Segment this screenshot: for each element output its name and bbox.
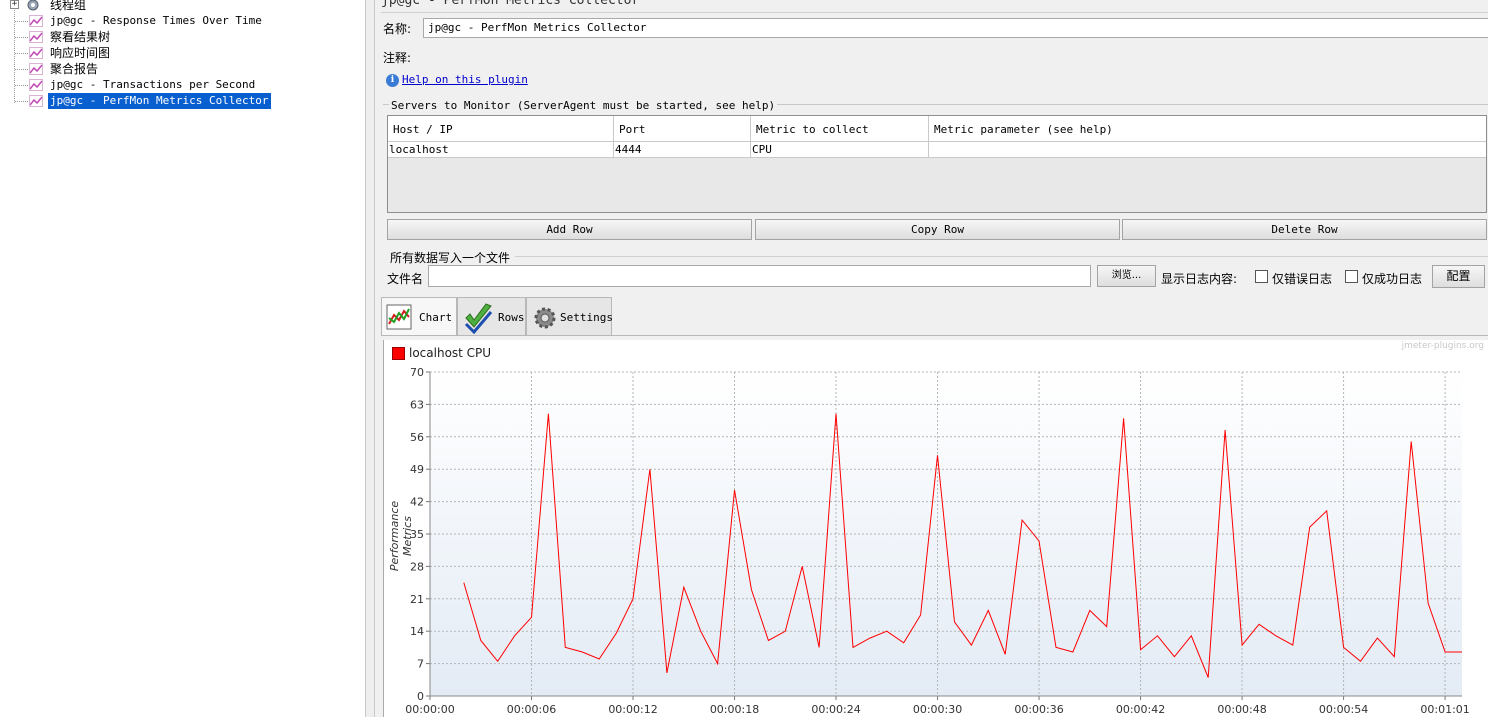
graph-listener-icon [29,63,43,75]
column-header-parameter[interactable]: Metric parameter (see help) [929,116,1486,142]
tree-connector [15,85,28,86]
thread-group-gear-icon [27,0,39,11]
expand-toggle-icon[interactable]: + [10,0,19,9]
test-plan-tree[interactable]: + 线程组 jp@gc - Response Times Over Time 察… [0,0,365,717]
x-tick-label: 00:00:42 [1116,703,1165,716]
x-tick-label: 00:00:12 [608,703,657,716]
watermark: jmeter-plugins.org [1401,341,1484,351]
legend-swatch [392,347,405,360]
errors-only-label[interactable]: 仅错误日志 [1272,270,1332,287]
tab-settings[interactable]: Settings [526,297,613,335]
tree-item-label: 察看结果树 [50,30,111,44]
y-tick-label: 49 [410,463,424,476]
filename-input[interactable] [428,265,1091,287]
tree-item-label: 聚合报告 [50,62,99,76]
y-tick-label: 14 [410,625,424,638]
gear-icon [534,307,556,329]
chart-icon [386,304,412,330]
tree-item-label: jp@gc - Response Times Over Time [50,14,262,27]
x-tick-label: 00:00:24 [811,703,860,716]
column-header-port[interactable]: Port [614,116,751,142]
panel-title: jp@gc - PerfMon Metrics Collector [381,0,640,8]
name-field[interactable]: jp@gc - PerfMon Metrics Collector [423,18,1488,38]
y-tick-label: 21 [410,593,424,606]
divider [381,335,1488,336]
errors-only-checkbox[interactable] [1255,270,1268,283]
browse-button[interactable]: 浏览... [1097,265,1156,287]
x-tick-label: 00:00:06 [507,703,556,716]
y-axis-label: Performance Metrics [388,500,414,572]
y-tick-label: 70 [410,366,424,379]
x-tick-label: 00:00:36 [1014,703,1063,716]
x-tick-label: 00:00:30 [913,703,962,716]
y-tick-label: 7 [417,658,424,671]
delete-row-button[interactable]: Delete Row [1122,219,1487,240]
name-label: 名称: [383,22,412,36]
tree-connector [14,8,15,103]
add-row-button[interactable]: Add Row [387,219,752,240]
chart-canvas: 0714212835424956637000:00:00 00:00:06 00:0… [405,366,1469,716]
x-tick-label: 00:00:48 [1217,703,1266,716]
divider [381,12,1488,13]
write-all-to-file-title: 所有数据写入一个文件 [390,251,511,265]
x-tick-label: 00:00:54 [1319,703,1368,716]
graph-listener-icon [29,15,43,27]
y-tick-label: 56 [410,431,424,444]
tree-item-label: 响应时间图 [50,46,111,60]
column-header-host[interactable]: Host / IP [388,116,614,142]
x-tick-label: 00:01:01 [1420,703,1469,716]
tab-label: Settings [560,311,613,324]
cell-host[interactable]: localhost [388,142,614,158]
graph-listener-icon [29,31,43,43]
servers-table[interactable]: Host / IP Port Metric to collect Metric … [387,115,1487,213]
tree-item-label: jp@gc - Transactions per Second [50,78,256,91]
servers-group-title: Servers to Monitor (ServerAgent must be … [389,99,778,112]
info-icon: i [386,74,399,87]
cell-metric[interactable]: CPU [751,142,929,158]
copy-row-button[interactable]: Copy Row [755,219,1120,240]
log-display-label: 显示日志内容: [1161,272,1238,286]
configure-button[interactable]: 配置 [1432,265,1485,288]
cell-parameter[interactable] [929,142,1486,158]
successes-only-checkbox[interactable] [1345,270,1358,283]
help-link[interactable]: Help on this plugin [402,73,528,86]
tree-item-label: jp@gc - PerfMon Metrics Collector [47,92,272,110]
table-header: Host / IP Port Metric to collect Metric … [388,116,1486,142]
perfmon-chart[interactable]: 0 7 14 21 28 35 42 49 56 63 70 00:00:00 00:00:06 00:0… [383,340,1488,717]
tree-connector [15,53,28,54]
column-header-metric[interactable]: Metric to collect [751,116,929,142]
pane-splitter[interactable] [365,0,375,717]
tab-rows[interactable]: Rows [457,297,526,335]
y-tick-label: 63 [410,398,424,411]
tree-connector [15,21,28,22]
tab-label: Chart [419,311,453,324]
checkmark-icon [464,303,493,334]
divider [515,256,1488,257]
tree-connector [15,101,28,102]
y-tick-label: 0 [417,690,424,703]
cell-port[interactable]: 4444 [614,142,751,158]
perfmon-config-panel: jp@gc - PerfMon Metrics Collector 名称: jp… [375,0,1488,717]
x-tick-label: 00:00:00 [405,703,454,716]
tree-connector [15,37,28,38]
filename-label: 文件名 [387,272,424,286]
legend-label: localhost CPU [409,346,492,360]
x-tick-label: 00:00:18 [710,703,759,716]
graph-listener-icon [29,79,43,91]
comment-label: 注释: [383,51,412,65]
tree-connector [15,69,28,70]
graph-listener-icon [29,95,43,107]
successes-only-label[interactable]: 仅成功日志 [1362,270,1422,287]
tab-chart[interactable]: Chart [381,297,457,336]
tab-label: Rows [498,311,525,324]
tree-item-label: 线程组 [50,0,87,12]
graph-listener-icon [29,47,43,59]
table-row[interactable]: localhost 4444 CPU [388,142,1486,158]
